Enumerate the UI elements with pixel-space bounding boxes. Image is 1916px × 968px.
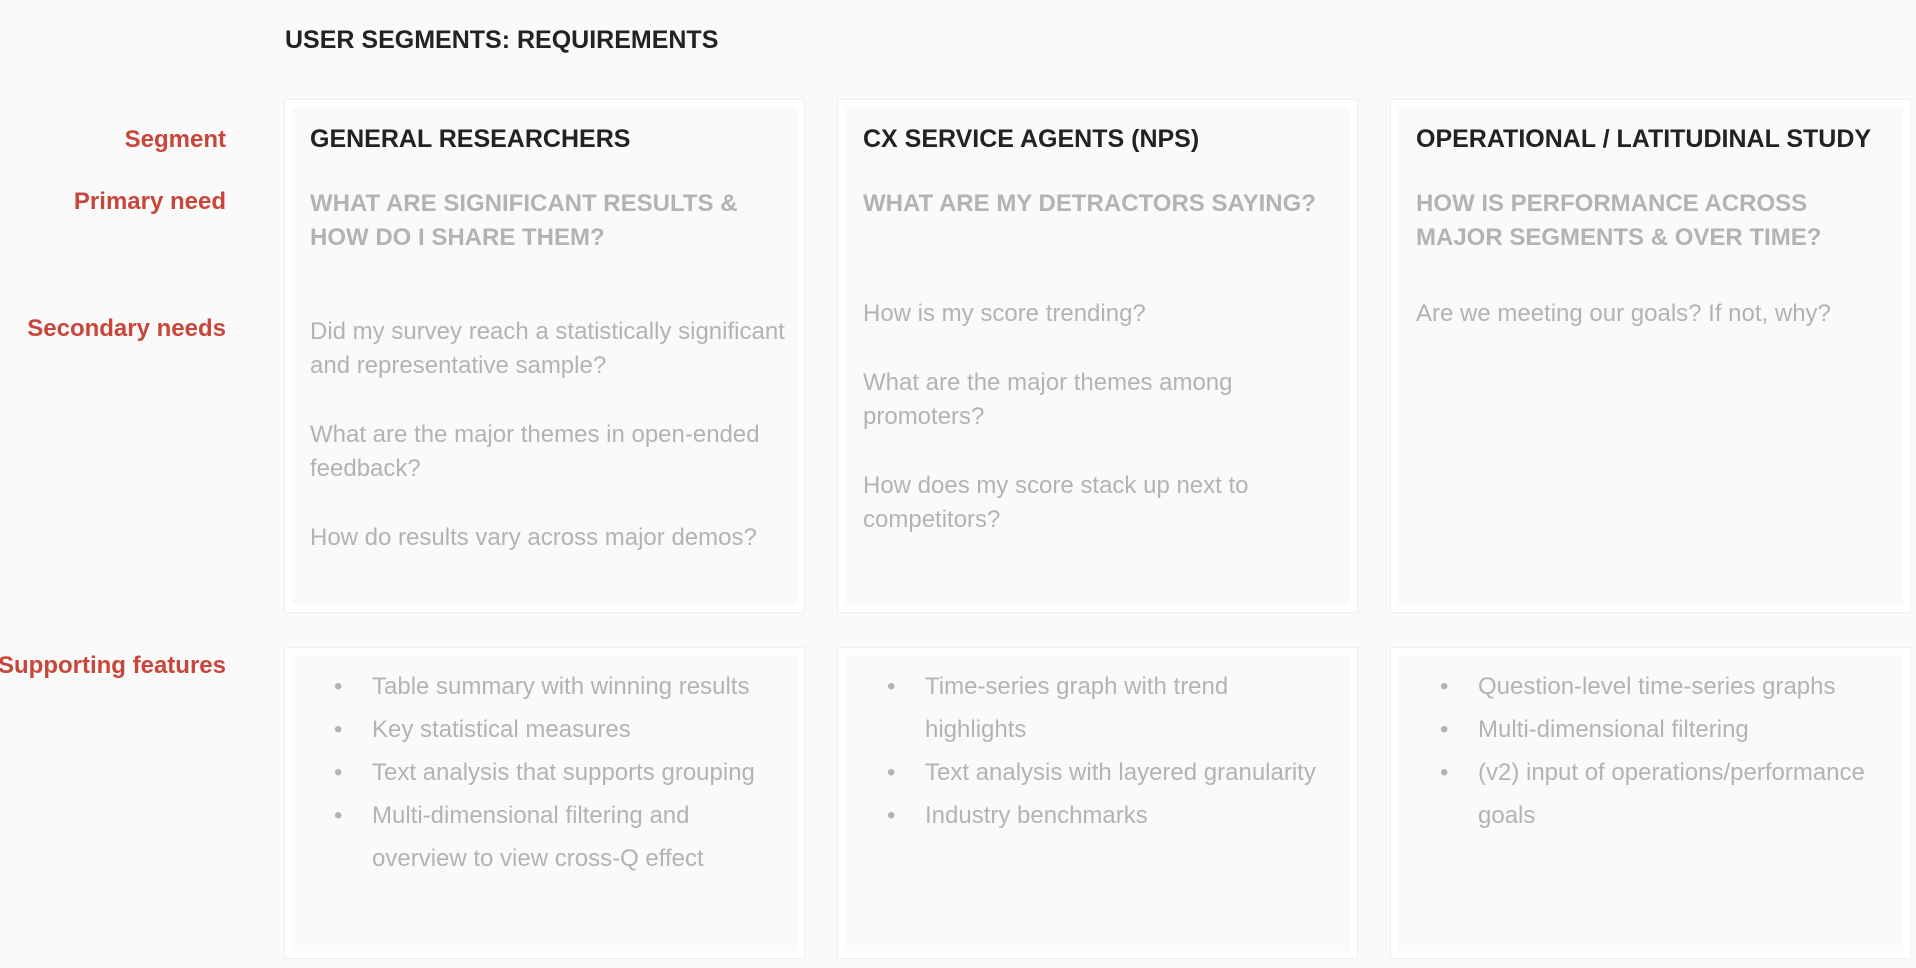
secondary-need: Are we meeting our goals? If not, why?	[1416, 300, 1831, 327]
secondary-need: How is my score trending?	[863, 300, 1146, 327]
secondary-needs: How is my score trending? What are the m…	[863, 297, 1343, 572]
bullet-icon: •	[1440, 673, 1449, 700]
secondary-need: What are the major themes in open-ended …	[310, 421, 760, 482]
feature-item: • Time-series graph with trend highlights	[845, 665, 1325, 751]
row-label-supporting-features: Supporting features	[0, 652, 226, 679]
feature-item: • Multi-dimensional filtering and overvie…	[292, 794, 772, 880]
bullet-icon: •	[1440, 716, 1449, 743]
segment-card-operational-study: OPERATIONAL / LATITUDINAL STUDY HOW IS P…	[1391, 100, 1910, 612]
segment-card-cx-service-agents: CX SERVICE AGENTS (NPS) WHAT ARE MY DETR…	[838, 100, 1357, 612]
feature-item: • Key statistical measures	[292, 708, 772, 751]
secondary-need: How do results vary across major demos?	[310, 524, 757, 551]
bullet-icon: •	[887, 759, 896, 786]
bullet-icon: •	[887, 673, 896, 700]
feature-item: • (v2) input of operations/performance go…	[1398, 751, 1878, 837]
row-label-secondary-needs: Secondary needs	[27, 315, 226, 342]
segment-card-general-researchers: GENERAL RESEARCHERS WHAT ARE SIGNIFICANT…	[285, 100, 804, 612]
page-title: USER SEGMENTS: REQUIREMENTS	[285, 26, 719, 54]
segment-name: OPERATIONAL / LATITUDINAL STUDY	[1416, 125, 1872, 153]
bullet-icon: •	[334, 673, 343, 700]
feature-item: • Table summary with winning results	[292, 665, 772, 708]
bullet-icon: •	[1440, 759, 1449, 786]
bullet-icon: •	[334, 759, 343, 786]
row-label-primary-need: Primary need	[73, 188, 226, 215]
feature-item: • Question-level time-series graphs	[1398, 665, 1878, 708]
row-label-segment: Segment	[124, 126, 226, 153]
secondary-need: How does my score stack up next to compe…	[863, 472, 1249, 533]
bullet-icon: •	[887, 802, 896, 829]
feature-list: • Table summary with winning results • Key…	[292, 665, 772, 880]
segment-name: CX SERVICE AGENTS (NPS)	[863, 125, 1200, 153]
bullet-icon: •	[334, 802, 343, 829]
feature-item: • Industry benchmarks	[845, 794, 1325, 837]
secondary-needs: Are we meeting our goals? If not, why?	[1416, 297, 1896, 366]
feature-item: • Text analysis with layered granularity	[845, 751, 1325, 794]
feature-list: • Time-series graph with trend highlights…	[845, 665, 1325, 837]
feature-item: • Text analysis that supports grouping	[292, 751, 772, 794]
secondary-need: Did my survey reach a statistically sign…	[310, 318, 785, 379]
segment-name: GENERAL RESEARCHERS	[310, 125, 631, 153]
features-card-operational-study: • Question-level time-series graphs • Mult…	[1391, 648, 1910, 958]
features-card-cx-service-agents: • Time-series graph with trend highlights…	[838, 648, 1357, 958]
primary-need: HOW IS PERFORMANCE ACROSS MAJOR SEGMENTS…	[1416, 190, 1822, 251]
primary-need: WHAT ARE SIGNIFICANT RESULTS & HOW DO I …	[310, 190, 738, 251]
secondary-needs: Did my survey reach a statistically sign…	[310, 315, 790, 590]
bullet-icon: •	[334, 716, 343, 743]
feature-list: • Question-level time-series graphs • Mult…	[1398, 665, 1878, 837]
primary-need: WHAT ARE MY DETRACTORS SAYING?	[863, 190, 1316, 217]
feature-item: • Multi-dimensional filtering	[1398, 708, 1878, 751]
secondary-need: What are the major themes among promoter…	[863, 369, 1233, 430]
features-card-general-researchers: • Table summary with winning results • Key…	[285, 648, 804, 958]
